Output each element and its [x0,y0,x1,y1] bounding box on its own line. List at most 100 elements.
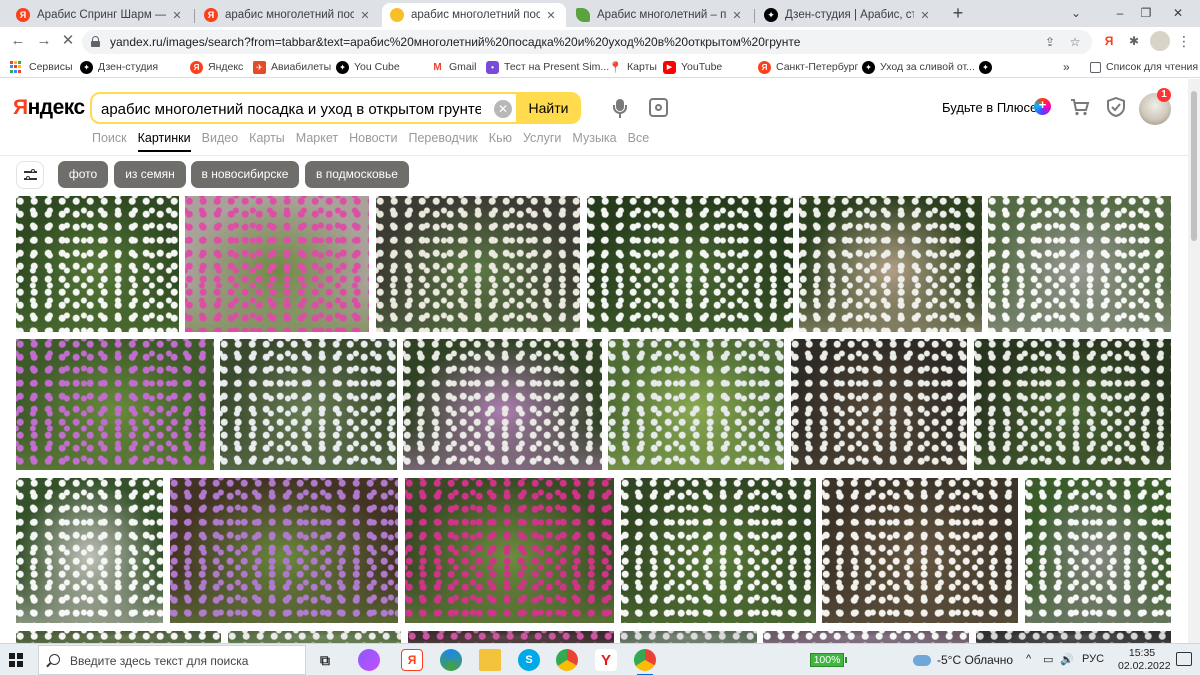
filters-settings-button[interactable] [16,161,44,189]
find-button[interactable]: Найти [516,92,581,124]
chrome-icon[interactable] [556,649,578,671]
browser-tab[interactable]: Я арабис многолетний посадка и ✕ [196,3,380,27]
close-tab-icon[interactable]: ✕ [730,9,744,22]
yandex-browser-icon[interactable]: Я [401,649,423,671]
image-thumbnail-arabis-partial-5[interactable] [763,631,969,643]
tray-overflow-icon[interactable]: ^ [1026,653,1031,665]
chip-novosibirsk[interactable]: в новосибирске [191,161,299,188]
image-thumbnail-purple-arabis[interactable] [16,339,214,470]
tab-search-button[interactable]: ⌄ [1054,0,1098,26]
bookmark-zen-studio[interactable]: ✦ Дзен-студия [80,59,158,75]
image-thumbnail-white-arabis-boulder[interactable] [799,196,982,332]
windows-start-icon[interactable] [9,653,23,667]
yandex-logo[interactable]: Яндекс [13,96,85,120]
alice-icon[interactable] [358,649,380,671]
close-window-button[interactable]: ✕ [1156,0,1200,26]
chip-moscow-region[interactable]: в подмосковье [305,161,409,188]
image-thumbnail-pink-aubrieta-gravel[interactable] [185,196,369,332]
image-thumbnail-white-arabis-garden[interactable] [403,339,602,470]
image-thumbnail-white-arabis-wide[interactable] [621,478,816,623]
service-tab-translate[interactable]: Переводчик [409,131,478,151]
close-tab-icon[interactable]: ✕ [358,9,372,22]
service-tab-images[interactable]: Картинки [137,131,191,152]
language-indicator[interactable]: РУС [1082,653,1104,665]
shield-check-icon[interactable] [1106,97,1126,117]
plus-icon[interactable] [1034,97,1051,115]
image-thumbnail-white-arabis-mound[interactable] [791,339,967,470]
page-scrollbar[interactable] [1188,79,1200,643]
service-tab-q[interactable]: Кью [489,131,512,151]
service-tab-all[interactable]: Все [628,131,650,151]
bookmark-yandex[interactable]: Я Яндекс [190,59,243,75]
bookmark-you-cube[interactable]: ✦ You Cube [336,59,400,75]
image-thumbnail-white-arabis-closeup[interactable] [822,478,1018,623]
bookmarks-more[interactable]: » [1063,59,1070,75]
bookmark-present-sim[interactable]: • Тест на Present Sim... [486,59,609,75]
kebab-menu-icon[interactable]: ⋮ [1174,31,1194,51]
edge-icon[interactable] [440,649,462,671]
image-thumbnail-white-arabis-rocks[interactable] [376,196,580,332]
image-thumbnail-white-arabis-tall[interactable] [1025,478,1171,623]
address-bar[interactable]: yandex.ru/images/search?from=tabbar&text… [82,30,1092,54]
image-thumbnail-white-arabis-cushion[interactable] [220,339,397,470]
image-thumbnail-arabis-partial-4[interactable] [620,631,757,643]
service-tab-maps[interactable]: Карты [249,131,285,151]
profile-avatar-icon[interactable] [1150,31,1170,51]
bookmark-services[interactable]: Сервисы [10,59,73,75]
bookmark-avia[interactable]: ✈ Авиабилеты [253,59,331,75]
bookmark-star-icon[interactable]: ☆ [1067,34,1083,50]
image-thumbnail-lilac-arabis[interactable] [170,478,398,623]
browser-tab[interactable]: Я Арабис Спринг Шарм — Яндекс ✕ [8,3,192,27]
clear-search-icon[interactable]: ✕ [494,100,512,118]
service-tab-market[interactable]: Маркет [296,131,338,151]
service-tab-music[interactable]: Музыка [572,131,616,151]
image-thumbnail-arabis-partial-3[interactable] [408,631,614,643]
service-tab-services[interactable]: Услуги [523,131,561,151]
stop-loading-icon[interactable]: ✕ [58,31,78,51]
image-thumbnail-arabis-partial-6[interactable] [976,631,1171,643]
image-search-camera-icon[interactable] [649,98,668,117]
forward-arrow-icon[interactable]: → [34,31,54,51]
image-thumbnail-white-arabis-dense[interactable] [587,196,793,332]
yandex-y-icon[interactable]: Y [595,649,617,671]
image-thumbnail-white-arabis-1[interactable] [16,196,179,332]
image-thumbnail-magenta-aubrieta[interactable] [405,478,614,623]
battery-indicator[interactable]: 100% [810,653,844,667]
taskbar-clock[interactable]: 15:35 02.02.2022 [1118,647,1171,673]
bookmark-zen[interactable]: ✦ [979,59,997,75]
browser-tab[interactable]: ✦ Дзен-студия | Арабис, старый и ✕ [756,3,940,27]
chrome-icon[interactable] [634,649,656,675]
skype-icon[interactable]: S [518,649,540,671]
puzzle-extensions-icon[interactable]: ✱ [1124,31,1144,51]
back-arrow-icon[interactable]: ← [8,31,28,51]
bookmark-spb[interactable]: Я Санкт-Петербург [758,59,858,75]
volume-icon[interactable]: 🔊 [1060,653,1074,666]
task-view-icon[interactable]: ⧉ [314,649,336,671]
yandex-extension-icon[interactable]: Я [1099,31,1119,51]
network-icon[interactable]: ▭ [1043,653,1053,666]
search-input[interactable] [101,99,481,119]
bookmark-gmail[interactable]: M Gmail [431,59,476,75]
image-thumbnail-arabis-partial-1[interactable] [16,631,221,643]
chip-from-seeds[interactable]: из семян [114,161,186,188]
scrollbar-thumb[interactable] [1191,91,1197,241]
close-tab-icon[interactable]: ✕ [170,9,184,22]
microphone-icon[interactable] [612,99,628,119]
file-explorer-icon[interactable] [479,649,501,671]
image-thumbnail-arabis-partial-2[interactable] [228,631,401,643]
bookmark-plum-care[interactable]: ✦ Уход за сливой от... [862,59,975,75]
reading-list[interactable]: Список для чтения [1090,59,1198,75]
close-tab-icon[interactable]: ✕ [918,9,932,22]
service-tab-search[interactable]: Поиск [92,131,127,151]
weather-widget[interactable]: -5°C Облачно [913,653,1013,667]
taskbar-search-box[interactable]: Введите здесь текст для поиска [38,645,306,675]
browser-tab-active[interactable]: арабис многолетний посадка и ✕ [382,3,566,27]
notification-badge[interactable]: 1 [1157,88,1171,102]
plus-promo-link[interactable]: Будьте в Плюсе [942,100,1037,115]
new-tab-button[interactable]: + [948,3,968,23]
image-thumbnail-white-arabis-bush[interactable] [974,339,1171,470]
image-thumbnail-white-arabis-clump[interactable] [16,478,163,623]
service-tab-news[interactable]: Новости [349,131,397,151]
image-thumbnail-white-arabis-lawn[interactable] [608,339,784,470]
cart-icon[interactable] [1070,98,1090,116]
